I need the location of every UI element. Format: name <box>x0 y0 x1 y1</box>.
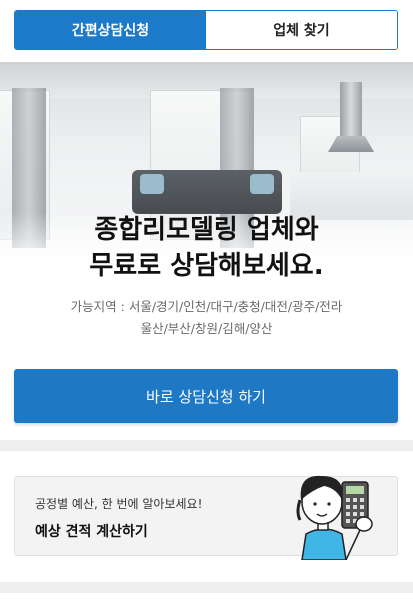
consult-request-button[interactable]: 바로 상담신청 하기 <box>14 369 398 423</box>
hero-headline-line1: 종합리모델링 업체와 <box>94 215 319 245</box>
tab-quick-consult[interactable]: 간편상담신청 <box>15 11 206 49</box>
service-region-line1: 가능지역 : 서울/경기/인천/대구/충청/대전/광주/전라 <box>70 299 343 314</box>
range-hood <box>340 82 362 138</box>
service-region-line2: 울산/부산/창원/김해/양산 <box>140 321 273 336</box>
service-region: 가능지역 : 서울/경기/인천/대구/충청/대전/광주/전라 울산/부산/창원/… <box>0 296 413 340</box>
tab-find-company[interactable]: 업체 찾기 <box>206 11 397 49</box>
top-tab-bar: 간편상담신청 업체 찾기 <box>14 10 398 50</box>
sofa-cushion-left <box>140 174 164 194</box>
person-with-calculator-icon <box>296 475 373 560</box>
calculator-title: 예상 견적 계산하기 <box>35 524 148 540</box>
hero-headline-line2: 무료로 상담해보세요. <box>89 251 324 281</box>
section-divider <box>0 440 413 451</box>
hero-headline: 종합리모델링 업체와 무료로 상담해보세요. <box>0 212 413 284</box>
calculator-subtitle: 공정별 예산, 한 번에 알아보세요! <box>35 497 203 511</box>
section-divider-bottom <box>0 582 413 593</box>
sofa-cushion-right <box>250 174 274 194</box>
